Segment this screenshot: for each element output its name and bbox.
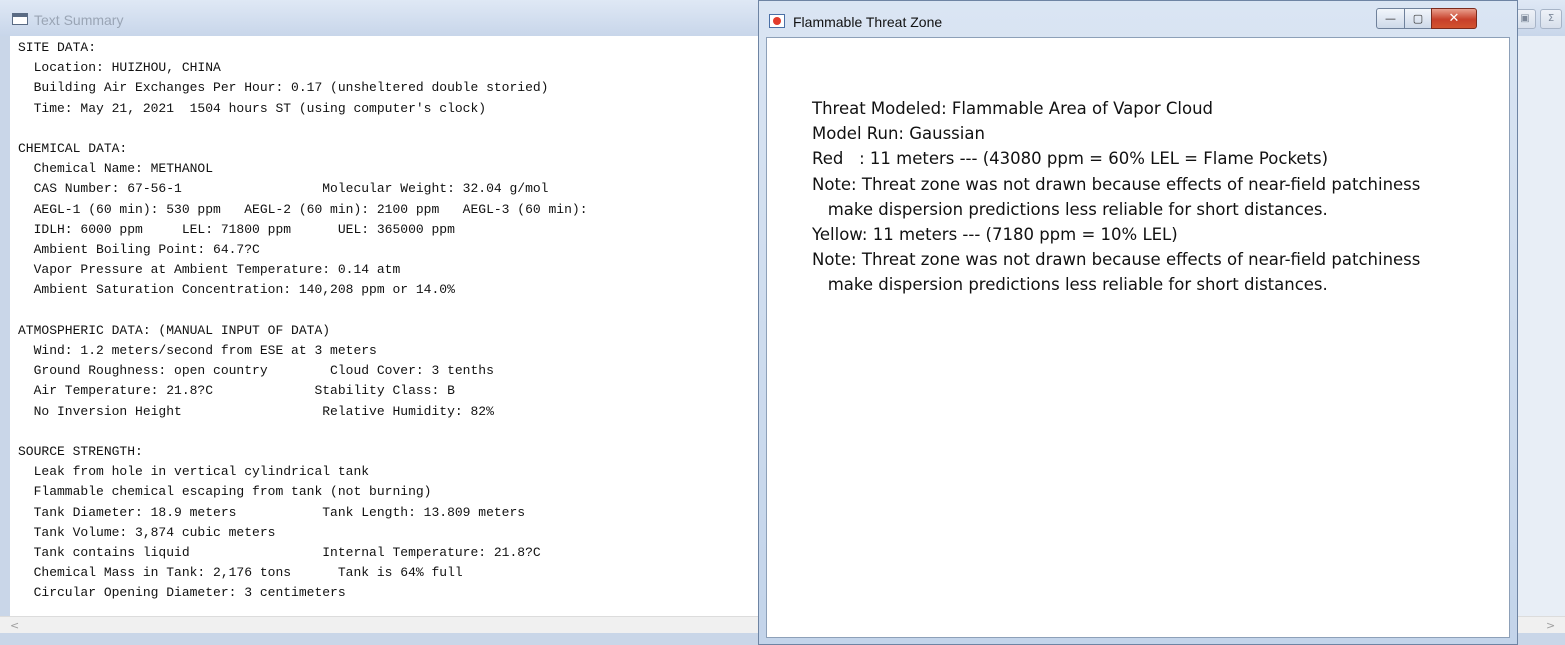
back-close-button[interactable]: Σ	[1540, 9, 1562, 29]
summary-line: IDLH: 6000 ppm LEL: 71800 ppm UEL: 36500…	[18, 221, 455, 237]
summary-line: Flammable chemical escaping from tank (n…	[18, 484, 432, 500]
caption-buttons: — ▢ ✕	[1376, 8, 1506, 30]
threat-zone-line: Model Run: Gaussian	[812, 124, 985, 144]
threat-zone-line: Yellow: 11 meters --- (7180 ppm = 10% LE…	[812, 225, 1178, 245]
summary-line: Time: May 21, 2021 1504 hours ST (using …	[18, 100, 487, 116]
summary-line: Leak from hole in vertical cylindrical t…	[18, 464, 370, 480]
maximize-button[interactable]: ▢	[1404, 8, 1432, 29]
scroll-right-icon[interactable]: >	[1546, 619, 1555, 632]
summary-line: Chemical Name: METHANOL	[18, 161, 214, 177]
close-button[interactable]: ✕	[1431, 8, 1477, 29]
scroll-left-icon[interactable]: <	[10, 619, 19, 632]
summary-line: Circular Opening Diameter: 3 centimeters	[18, 585, 346, 601]
summary-line: Wind: 1.2 meters/second from ESE at 3 me…	[18, 343, 377, 359]
summary-line: Chemical Mass in Tank: 2,176 tons Tank i…	[18, 565, 463, 581]
threat-zone-line: Threat Modeled: Flammable Area of Vapor …	[812, 99, 1214, 118]
summary-line: Tank Diameter: 18.9 meters Tank Length: …	[18, 504, 526, 520]
threat-zone-title: Flammable Threat Zone	[793, 14, 943, 30]
threat-zone-line: Note: Threat zone was not drawn because …	[812, 174, 1421, 194]
flammable-threat-zone-window: Flammable Threat Zone — ▢ ✕ Threat Model…	[758, 0, 1518, 645]
text-summary-content[interactable]: SITE DATA: Location: HUIZHOU, CHINA Buil…	[10, 36, 758, 616]
threat-zone-icon	[769, 14, 785, 28]
summary-line: Ground Roughness: open country Cloud Cov…	[18, 363, 494, 379]
threat-zone-line: make dispersion predictions less reliabl…	[812, 199, 1328, 219]
threat-zone-line: Red : 11 meters --- (43080 ppm = 60% LEL…	[812, 149, 1329, 169]
minimize-button[interactable]: —	[1376, 8, 1405, 29]
summary-text: SITE DATA: Location: HUIZHOU, CHINA Buil…	[10, 36, 758, 604]
summary-line: Ambient Boiling Point: 64.7?C	[18, 242, 260, 258]
summary-line: Ambient Saturation Concentration: 140,20…	[18, 282, 455, 298]
text-summary-title: Text Summary	[34, 12, 124, 28]
threat-zone-content[interactable]: Threat Modeled: Flammable Area of Vapor …	[766, 37, 1510, 638]
threat-zone-text: Threat Modeled: Flammable Area of Vapor …	[812, 96, 1420, 298]
summary-line: SOURCE STRENGTH:	[18, 444, 143, 460]
summary-line: ATMOSPHERIC DATA: (MANUAL INPUT OF DATA)	[18, 322, 331, 338]
document-icon	[12, 13, 28, 25]
summary-line: CHEMICAL DATA:	[18, 141, 128, 157]
summary-line: Building Air Exchanges Per Hour: 0.17 (u…	[18, 80, 549, 96]
back-caption-buttons: ▣ Σ	[1514, 9, 1565, 31]
threat-zone-line: make dispersion predictions less reliabl…	[812, 275, 1328, 295]
summary-line: CAS Number: 67-56-1 Molecular Weight: 32…	[18, 181, 549, 197]
summary-line: Tank Volume: 3,874 cubic meters	[18, 524, 276, 540]
summary-line: Vapor Pressure at Ambient Temperature: 0…	[18, 262, 401, 278]
summary-line: No Inversion Height Relative Humidity: 8…	[18, 403, 494, 419]
summary-line: AEGL-1 (60 min): 530 ppm AEGL-2 (60 min)…	[18, 201, 588, 217]
threat-zone-titlebar[interactable]: Flammable Threat Zone — ▢ ✕	[759, 1, 1517, 41]
summary-line: Air Temperature: 21.8?C Stability Class:…	[18, 383, 455, 399]
summary-line: SITE DATA:	[18, 40, 97, 55]
summary-line: Tank contains liquid Internal Temperatur…	[18, 545, 541, 561]
threat-zone-line: Note: Threat zone was not drawn because …	[812, 250, 1421, 270]
summary-line: Location: HUIZHOU, CHINA	[18, 60, 221, 76]
back-window-exposed-area	[1516, 36, 1565, 616]
